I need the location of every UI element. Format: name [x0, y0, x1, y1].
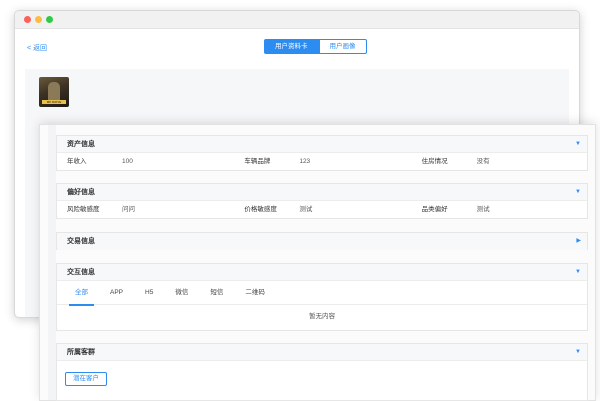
- panel-gutter: [48, 125, 56, 400]
- section-title: 资产信息: [67, 141, 95, 148]
- field-category-preference: 品类偏好 测试: [412, 201, 587, 218]
- field-row: 年收入 100 车辆品牌 123 住房情况 没有: [57, 153, 587, 170]
- section-groups-header[interactable]: 所属客群 ▼: [57, 344, 587, 361]
- section-trade: 交易信息 ▶: [56, 232, 588, 250]
- field-row: 风险敏感度 问问 价格敏感度 测试 品类偏好 测试: [57, 201, 587, 218]
- section-trade-header[interactable]: 交易信息 ▶: [57, 233, 587, 250]
- section-interaction-header[interactable]: 交互信息 ▼: [57, 264, 587, 281]
- field-label: 风险敏感度: [67, 206, 100, 213]
- field-value: 问问: [122, 206, 135, 213]
- caret-right-icon[interactable]: ▶: [576, 233, 581, 250]
- caret-down-icon[interactable]: ▼: [575, 136, 581, 153]
- empty-state: 暂无内容: [309, 313, 335, 320]
- avatar-caption: MP DRIVE: [42, 100, 66, 104]
- avatar: MP DRIVE: [39, 77, 69, 107]
- close-window-button[interactable]: [24, 16, 31, 23]
- tab-user-portrait[interactable]: 用户画像: [318, 39, 367, 54]
- tab-app[interactable]: APP: [110, 281, 123, 305]
- tab-qrcode[interactable]: 二维码: [245, 281, 265, 305]
- field-value: 100: [122, 158, 133, 165]
- section-groups: 所属客群 ▼ 潜在客户: [56, 343, 588, 401]
- interaction-tabs: 全部 APP H5 微信 短信 二维码: [57, 281, 587, 306]
- tab-h5[interactable]: H5: [145, 281, 153, 305]
- caret-down-icon[interactable]: ▼: [575, 344, 581, 361]
- tab-sms[interactable]: 短信: [210, 281, 223, 305]
- field-label: 住房情况: [421, 158, 448, 165]
- field-value: 测试: [299, 206, 313, 213]
- section-assets: 资产信息 ▼ 年收入 100 车辆品牌 123 住房情况 没有: [56, 135, 588, 171]
- tab-all[interactable]: 全部: [69, 281, 94, 306]
- tab-profile-card[interactable]: 用户资料卡: [264, 39, 319, 54]
- field-price-sensitivity: 价格敏感度 测试: [234, 201, 411, 218]
- section-preferences-header[interactable]: 偏好信息 ▼: [57, 184, 587, 201]
- minimize-window-button[interactable]: [35, 16, 42, 23]
- caret-down-icon[interactable]: ▼: [575, 264, 581, 281]
- section-interaction: 交互信息 ▼ 全部 APP H5 微信 短信 二维码 暂无内容: [56, 263, 588, 331]
- maximize-window-button[interactable]: [46, 16, 53, 23]
- section-preferences: 偏好信息 ▼ 风险敏感度 问问 价格敏感度 测试 品类偏好 测试: [56, 183, 588, 219]
- section-title: 交易信息: [67, 238, 95, 245]
- field-label: 年收入: [67, 158, 87, 165]
- field-housing: 住房情况 没有: [412, 153, 587, 170]
- field-value: 测试: [476, 206, 490, 213]
- field-value: 没有: [476, 158, 490, 165]
- view-tabs: 用户资料卡 用户画像: [264, 39, 367, 54]
- field-label: 品类偏好: [421, 206, 448, 213]
- avatar-figure: [48, 82, 60, 102]
- window-titlebar: [15, 11, 579, 29]
- tab-wechat[interactable]: 微信: [175, 281, 188, 305]
- field-annual-income: 年收入 100: [57, 153, 234, 170]
- section-assets-header[interactable]: 资产信息 ▼: [57, 136, 587, 153]
- section-title: 所属客群: [67, 349, 95, 356]
- back-link[interactable]: < 返回: [27, 43, 47, 53]
- customer-group-tag[interactable]: 潜在客户: [65, 372, 107, 386]
- profile-panel: 资产信息 ▼ 年收入 100 车辆品牌 123 住房情况 没有 偏好信息 ▼ 风…: [39, 124, 596, 401]
- field-vehicle-brand: 车辆品牌 123: [234, 153, 411, 170]
- field-value: 123: [299, 158, 311, 165]
- page-toolbar: < 返回 用户资料卡 用户画像: [15, 29, 579, 69]
- section-title: 偏好信息: [67, 189, 95, 196]
- field-risk-sensitivity: 风险敏感度 问问: [57, 201, 234, 218]
- section-title: 交互信息: [67, 269, 95, 276]
- field-label: 价格敏感度: [244, 206, 277, 213]
- caret-down-icon[interactable]: ▼: [575, 184, 581, 201]
- field-label: 车辆品牌: [244, 158, 271, 165]
